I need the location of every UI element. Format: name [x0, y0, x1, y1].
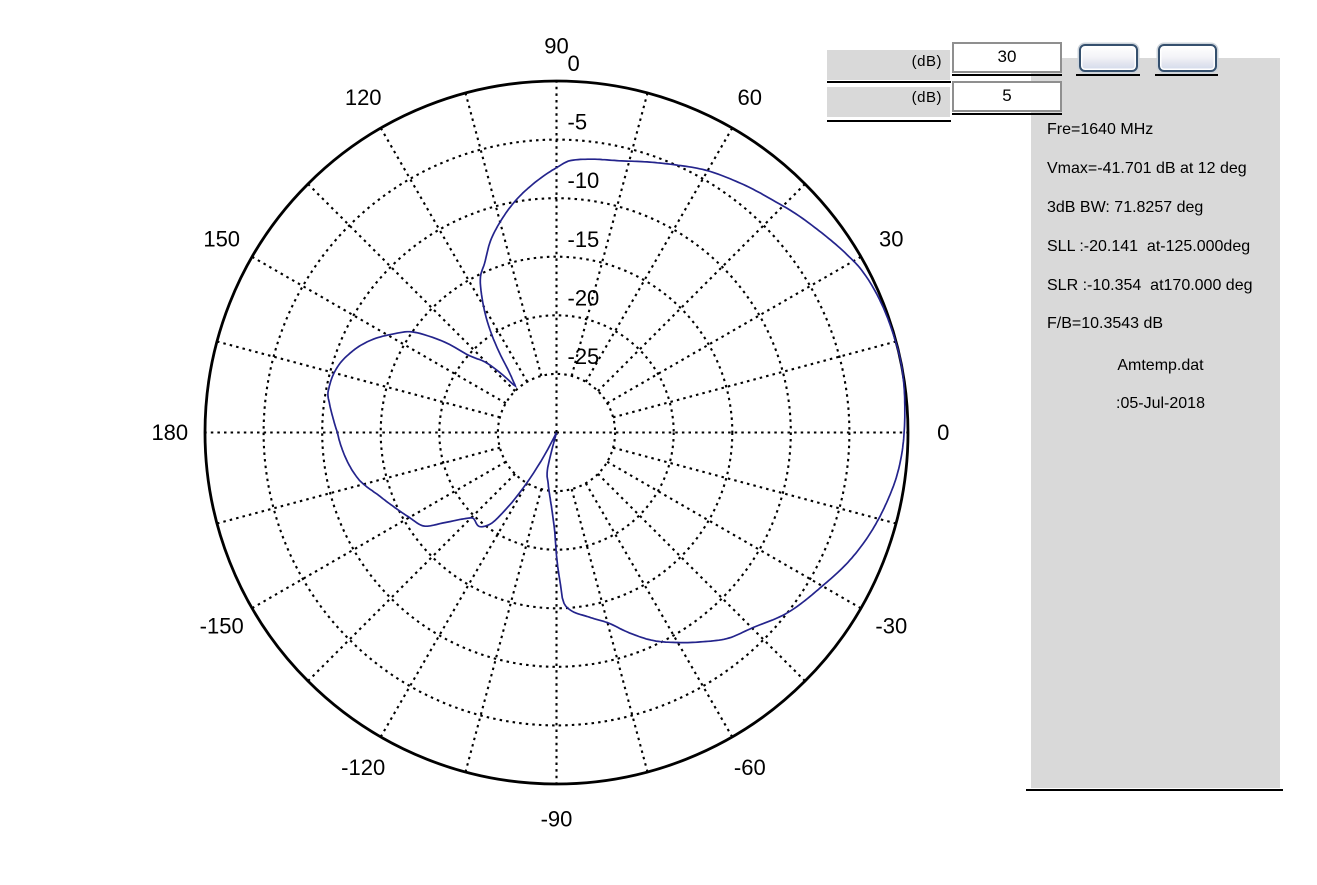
svg-text:-25: -25 [568, 344, 600, 369]
svg-text:-5: -5 [568, 110, 588, 135]
svg-text:-10: -10 [568, 168, 600, 193]
svg-text:60: 60 [738, 85, 762, 110]
svg-text:-60: -60 [734, 755, 766, 780]
svg-text:-30: -30 [875, 613, 907, 638]
svg-text:0: 0 [937, 420, 949, 445]
svg-text:30: 30 [879, 227, 903, 252]
svg-text:120: 120 [345, 85, 382, 110]
svg-text:-15: -15 [568, 227, 600, 252]
svg-text:150: 150 [203, 227, 240, 252]
svg-text:-20: -20 [568, 285, 600, 310]
svg-text:-120: -120 [341, 755, 385, 780]
svg-text:-150: -150 [200, 613, 244, 638]
svg-text:0: 0 [568, 51, 580, 76]
svg-text:180: 180 [151, 420, 188, 445]
svg-text:90: 90 [544, 33, 568, 58]
svg-text:-90: -90 [541, 807, 573, 832]
